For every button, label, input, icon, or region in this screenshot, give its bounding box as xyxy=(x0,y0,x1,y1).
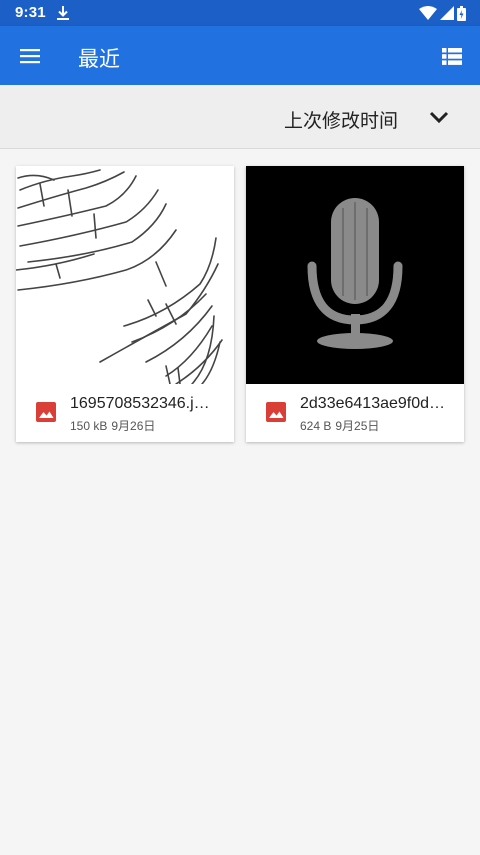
file-card[interactable]: 1695708532346.j… 150 kB 9月26日 xyxy=(16,166,234,442)
page-title: 最近 xyxy=(78,47,120,71)
file-date: 9月25日 xyxy=(335,419,380,433)
list-view-icon xyxy=(442,47,462,65)
status-time: 9:31 xyxy=(15,4,46,21)
signal-icon xyxy=(440,6,454,20)
wifi-icon xyxy=(419,6,437,20)
file-date: 9月26日 xyxy=(111,419,156,433)
file-thumbnail xyxy=(16,166,234,384)
sort-label[interactable]: 上次修改时间 xyxy=(284,106,398,133)
file-info: 624 B 9月25日 xyxy=(300,417,379,434)
file-size: 624 B xyxy=(300,419,332,433)
status-bar: 9:31 xyxy=(0,0,480,26)
image-file-icon xyxy=(36,402,56,422)
sort-bar: 上次修改时间 xyxy=(0,85,480,149)
image-file-icon xyxy=(266,402,286,422)
file-meta: 1695708532346.j… 150 kB 9月26日 xyxy=(16,384,234,442)
file-card[interactable]: 2d33e6413ae9f0d… 624 B 9月25日 xyxy=(246,166,464,442)
download-icon xyxy=(57,6,69,20)
menu-button[interactable] xyxy=(10,36,50,76)
chevron-down-icon xyxy=(429,111,449,123)
app-bar: 最近 xyxy=(0,26,480,85)
microphone-image xyxy=(307,198,403,349)
scribble-image xyxy=(16,169,223,384)
list-view-toggle-button[interactable] xyxy=(432,36,472,76)
file-size: 150 kB xyxy=(70,419,108,433)
battery-icon xyxy=(457,5,466,21)
sort-direction-button[interactable] xyxy=(420,100,458,134)
file-name: 2d33e6413ae9f0d… xyxy=(300,395,446,412)
file-name: 1695708532346.j… xyxy=(70,395,210,412)
status-icons xyxy=(419,5,466,21)
file-meta: 2d33e6413ae9f0d… 624 B 9月25日 xyxy=(246,384,464,442)
file-thumbnail xyxy=(246,166,464,384)
file-info: 150 kB 9月26日 xyxy=(70,417,155,434)
menu-icon xyxy=(20,49,40,64)
